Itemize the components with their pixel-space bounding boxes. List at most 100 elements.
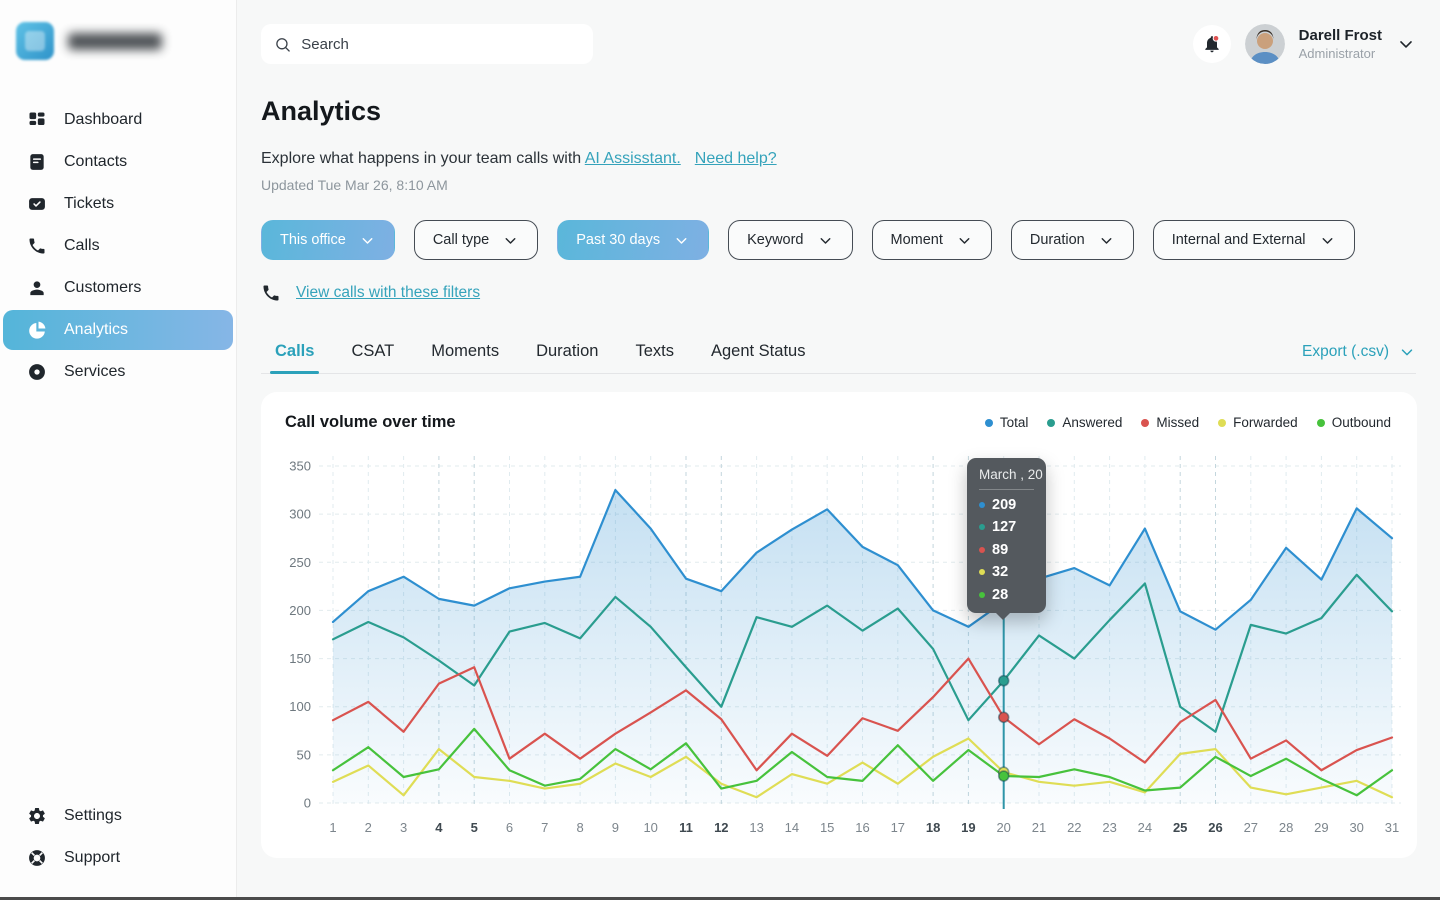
contacts-icon xyxy=(27,152,47,172)
filter-label: Internal and External xyxy=(1172,232,1306,248)
tooltip-date: March , 20 xyxy=(979,467,1034,490)
filter-past-30-days[interactable]: Past 30 days xyxy=(557,220,709,260)
settings-icon xyxy=(27,806,47,826)
view-calls-link[interactable]: View calls with these filters xyxy=(296,284,480,302)
legend-dot xyxy=(1047,419,1055,427)
svg-text:5: 5 xyxy=(471,820,478,835)
sidebar-item-label: Tickets xyxy=(64,195,114,213)
tooltip-value: 127 xyxy=(992,519,1016,535)
services-icon xyxy=(27,362,47,382)
chevron-down-icon xyxy=(956,232,973,249)
sidebar-item-calls[interactable]: Calls xyxy=(0,226,236,266)
chevron-down-icon xyxy=(502,232,519,249)
avatar[interactable] xyxy=(1245,24,1285,64)
filter-label: Past 30 days xyxy=(576,232,660,248)
sidebar-item-services[interactable]: Services xyxy=(0,352,236,392)
tab-duration[interactable]: Duration xyxy=(536,342,598,373)
svg-text:300: 300 xyxy=(289,507,311,522)
tab-calls[interactable]: Calls xyxy=(275,342,314,373)
svg-text:6: 6 xyxy=(506,820,513,835)
tooltip-dot xyxy=(979,569,985,575)
svg-text:17: 17 xyxy=(891,820,905,835)
chart-title: Call volume over time xyxy=(285,413,456,432)
svg-text:19: 19 xyxy=(961,820,975,835)
filter-duration[interactable]: Duration xyxy=(1011,220,1134,260)
svg-text:28: 28 xyxy=(1279,820,1293,835)
app-logo-icon xyxy=(16,22,54,60)
notifications-button[interactable] xyxy=(1193,25,1231,63)
sidebar-item-label: Calls xyxy=(64,237,100,255)
sidebar-item-support[interactable]: Support xyxy=(0,838,236,878)
last-updated-text: Updated Tue Mar 26, 8:10 AM xyxy=(261,177,1416,193)
filter-label: Keyword xyxy=(747,232,803,248)
svg-text:15: 15 xyxy=(820,820,834,835)
avatar-image xyxy=(1245,24,1285,64)
view-calls-row: View calls with these filters xyxy=(261,283,1416,303)
app-logo xyxy=(0,0,236,60)
ai-assistant-link[interactable]: AI Assisstant. xyxy=(585,150,681,167)
svg-text:8: 8 xyxy=(576,820,583,835)
filter-this-office[interactable]: This office xyxy=(261,220,395,260)
sidebar-item-analytics[interactable]: Analytics xyxy=(3,310,233,350)
sidebar-item-label: Settings xyxy=(64,807,122,825)
svg-text:50: 50 xyxy=(297,747,311,762)
svg-text:25: 25 xyxy=(1173,820,1187,835)
svg-text:24: 24 xyxy=(1138,820,1152,835)
filter-call-type[interactable]: Call type xyxy=(414,220,538,260)
svg-text:29: 29 xyxy=(1314,820,1328,835)
tooltip-row-answered: 127 xyxy=(979,519,1034,535)
search-bar[interactable] xyxy=(261,24,593,64)
sidebar-item-label: Contacts xyxy=(64,153,127,171)
svg-text:21: 21 xyxy=(1032,820,1046,835)
page-title: Analytics xyxy=(261,96,1416,127)
chevron-down-icon xyxy=(673,232,690,249)
tab-moments[interactable]: Moments xyxy=(431,342,499,373)
support-icon xyxy=(27,848,47,868)
filter-keyword[interactable]: Keyword xyxy=(728,220,852,260)
tab-agent-status[interactable]: Agent Status xyxy=(711,342,805,373)
sidebar-item-customers[interactable]: Customers xyxy=(0,268,236,308)
user-info: Darell Frost Administrator xyxy=(1299,27,1382,61)
svg-text:20: 20 xyxy=(996,820,1010,835)
svg-text:0: 0 xyxy=(304,796,311,811)
sidebar-item-label: Analytics xyxy=(64,321,128,339)
sidebar-item-settings[interactable]: Settings xyxy=(0,796,236,836)
svg-text:4: 4 xyxy=(435,820,443,835)
legend-item-outbound: Outbound xyxy=(1317,415,1391,430)
svg-text:350: 350 xyxy=(289,459,311,474)
dashboard-icon xyxy=(27,110,47,130)
filter-internal-and-external[interactable]: Internal and External xyxy=(1153,220,1355,260)
user-menu-chevron-down-icon[interactable] xyxy=(1396,34,1416,54)
search-input[interactable] xyxy=(301,36,580,53)
subtitle-text: Explore what happens in your team calls … xyxy=(261,150,585,167)
svg-text:26: 26 xyxy=(1208,820,1222,835)
sidebar-item-label: Support xyxy=(64,849,120,867)
legend-item-forwarded: Forwarded xyxy=(1218,415,1298,430)
sidebar-item-contacts[interactable]: Contacts xyxy=(0,142,236,182)
svg-text:11: 11 xyxy=(679,820,693,835)
export-csv-button[interactable]: Export (.csv) xyxy=(1302,343,1416,373)
legend-dot xyxy=(1141,419,1149,427)
legend-item-total: Total xyxy=(985,415,1029,430)
svg-text:30: 30 xyxy=(1349,820,1363,835)
tooltip-dot xyxy=(979,524,985,530)
chart-header: Call volume over time TotalAnsweredMisse… xyxy=(261,392,1417,432)
chevron-down-icon xyxy=(817,232,834,249)
sidebar-item-tickets[interactable]: Tickets xyxy=(0,184,236,224)
sidebar: Dashboard Contacts Tickets Calls Customers An… xyxy=(0,0,237,900)
filter-moment[interactable]: Moment xyxy=(872,220,992,260)
tab-texts[interactable]: Texts xyxy=(635,342,674,373)
main-content: Darell Frost Administrator Analytics Exp… xyxy=(237,0,1440,858)
sidebar-item-dashboard[interactable]: Dashboard xyxy=(0,100,236,140)
tooltip-value: 32 xyxy=(992,564,1008,580)
svg-text:31: 31 xyxy=(1385,820,1399,835)
legend-dot xyxy=(1218,419,1226,427)
need-help-link[interactable]: Need help? xyxy=(695,150,777,167)
chevron-down-icon xyxy=(359,232,376,249)
calls-icon xyxy=(27,236,47,256)
legend-item-missed: Missed xyxy=(1141,415,1199,430)
sidebar-nav: Dashboard Contacts Tickets Calls Customers An… xyxy=(0,100,236,392)
filter-label: This office xyxy=(280,232,346,248)
tab-csat[interactable]: CSAT xyxy=(351,342,394,373)
tooltip-dot xyxy=(979,547,985,553)
